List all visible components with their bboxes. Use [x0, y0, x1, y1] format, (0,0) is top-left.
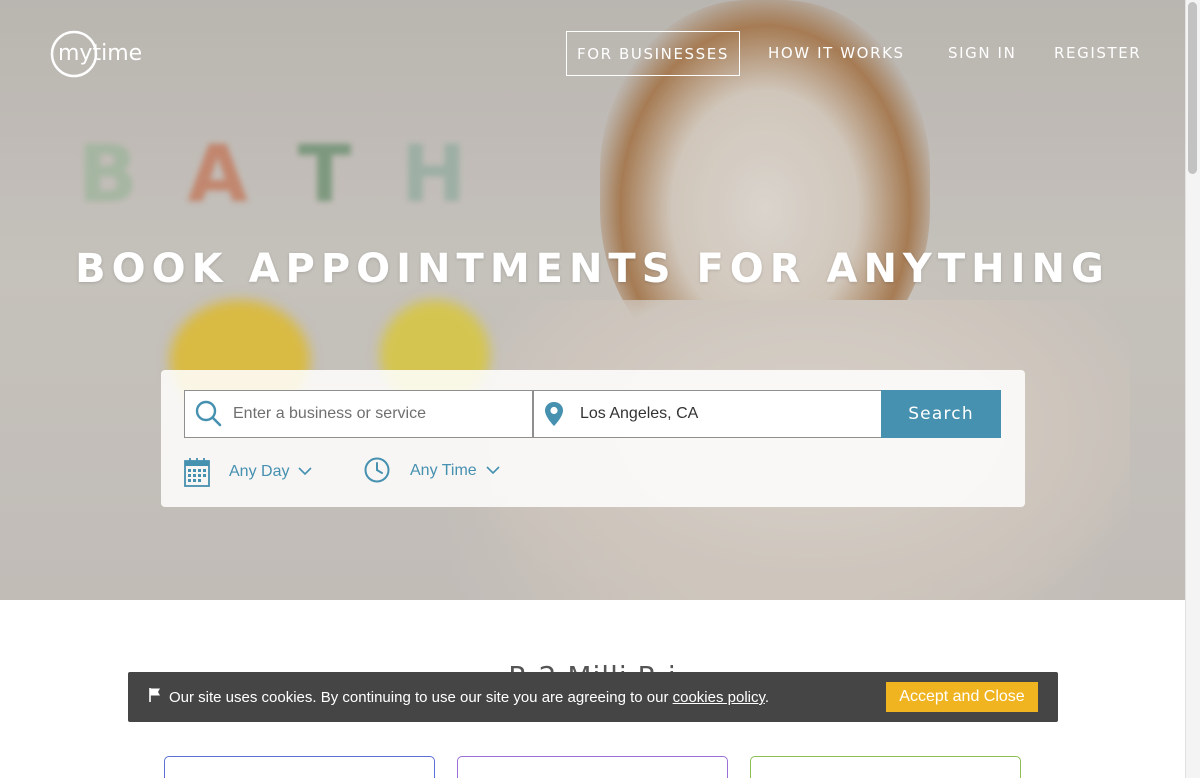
category-card[interactable] [457, 756, 728, 778]
hero-section: B A T H mytime FOR BUSINESSES HOW IT WOR… [0, 0, 1185, 600]
nav-how-it-works[interactable]: HOW IT WORKS [768, 44, 905, 62]
nav-register[interactable]: REGISTER [1054, 44, 1141, 62]
calendar-icon [184, 458, 210, 487]
day-filter-label: Any Day [229, 463, 290, 480]
category-card[interactable] [750, 756, 1021, 778]
time-filter-dropdown[interactable]: Any Time [363, 456, 507, 486]
business-search-field [184, 390, 533, 438]
cookie-message: Our site uses cookies. By continuing to … [169, 689, 769, 706]
chevron-down-icon [486, 466, 500, 475]
location-field [533, 390, 882, 438]
scrollbar-thumb[interactable] [1188, 2, 1197, 174]
nav-for-businesses[interactable]: FOR BUSINESSES [566, 31, 740, 76]
flag-icon [149, 688, 160, 702]
nav-sign-in[interactable]: SIGN IN [948, 44, 1016, 62]
mytime-logo[interactable]: mytime [50, 30, 166, 78]
nav-for-businesses-wrapper: FOR BUSINESSES [566, 31, 740, 76]
search-button[interactable]: Search [881, 390, 1001, 438]
cookie-message-end: . [764, 689, 770, 706]
clock-icon [364, 457, 390, 483]
hero-headline: BOOK APPOINTMENTS FOR ANYTHING [75, 246, 1110, 292]
accept-and-close-button[interactable]: Accept and Close [886, 682, 1038, 712]
search-icon [195, 400, 222, 427]
location-input[interactable] [580, 391, 881, 437]
category-card[interactable] [164, 756, 435, 778]
cookie-banner: Our site uses cookies. By continuing to … [128, 672, 1058, 722]
cookie-message-text: Our site uses cookies. By continuing to … [169, 689, 673, 706]
logo-text: mytime [58, 41, 142, 66]
business-search-input[interactable] [233, 391, 532, 437]
day-filter-dropdown[interactable]: Any Day [183, 456, 319, 488]
search-panel: Search Any Day [161, 370, 1025, 507]
time-filter-label: Any Time [410, 462, 477, 479]
cookies-policy-link[interactable]: cookies policy [673, 689, 765, 706]
location-pin-icon [545, 402, 563, 426]
chevron-down-icon [298, 467, 313, 476]
